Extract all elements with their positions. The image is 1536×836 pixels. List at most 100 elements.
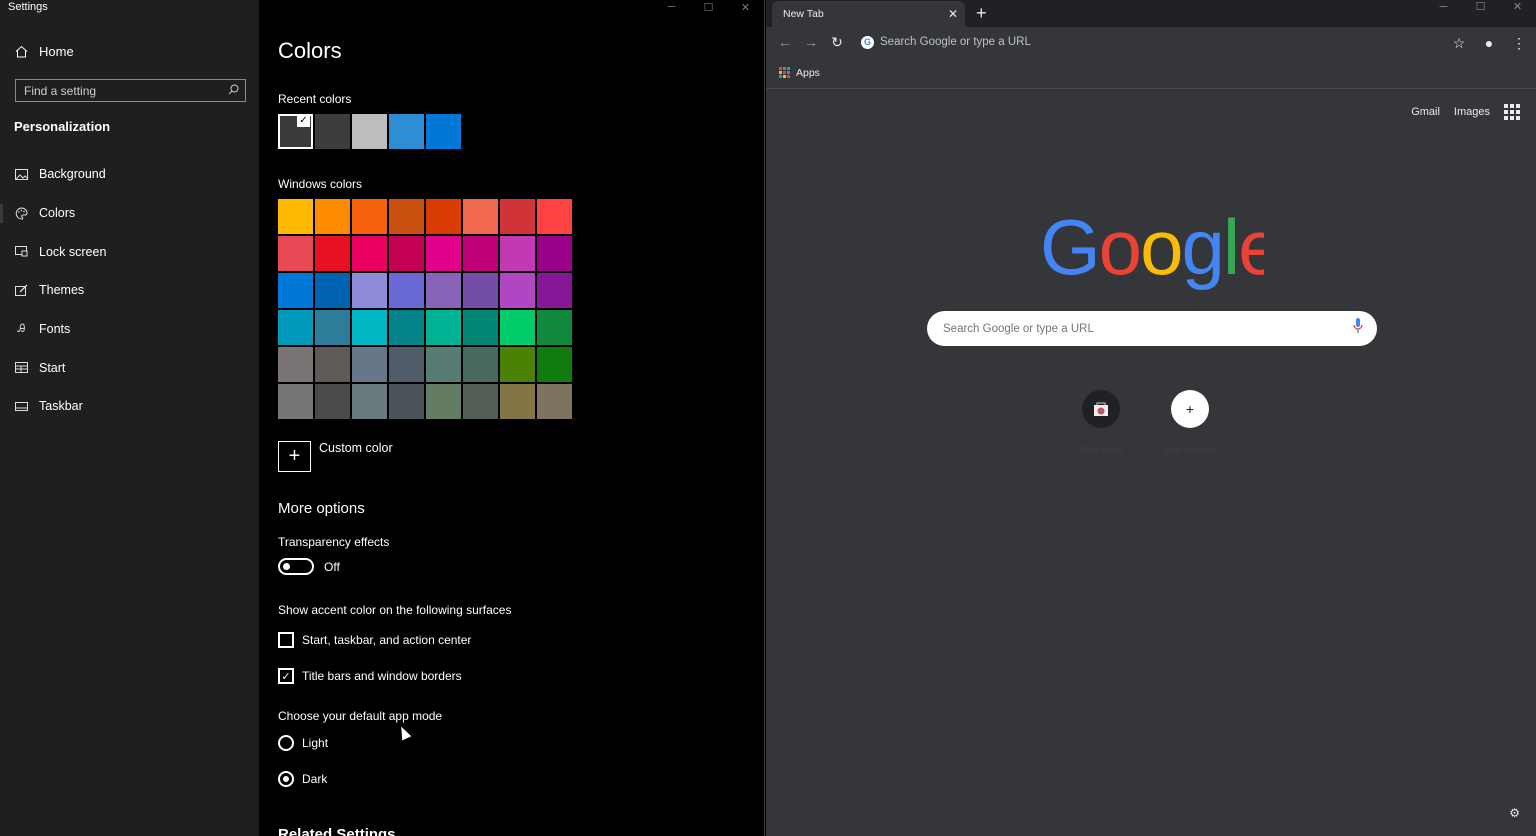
color-swatch[interactable] [315,310,350,345]
color-swatch[interactable] [315,347,350,382]
recent-color-swatch[interactable] [278,114,313,149]
forward-icon[interactable]: → [798,29,824,55]
color-swatch[interactable] [278,347,313,382]
color-swatch[interactable] [537,347,572,382]
color-swatch[interactable] [278,236,313,271]
ntp-search-input[interactable] [943,322,1323,335]
customize-gear-icon[interactable]: ⚙ [1509,806,1520,820]
nav-home[interactable]: Home [15,44,74,59]
color-swatch[interactable] [463,310,498,345]
radio-button[interactable] [278,735,294,751]
profile-icon[interactable]: ● [1476,30,1502,56]
color-swatch[interactable] [537,236,572,271]
images-link[interactable]: Images [1454,106,1490,118]
shortcut-web-store[interactable]: Web Store [1080,390,1122,455]
find-setting-input[interactable] [24,83,204,98]
color-swatch[interactable] [315,199,350,234]
google-apps-icon[interactable] [1504,104,1520,120]
color-swatch[interactable] [500,347,535,382]
apps-bookmark[interactable]: Apps [796,67,820,79]
color-swatch[interactable] [426,273,461,308]
color-swatch[interactable] [389,384,424,419]
color-swatch[interactable] [537,384,572,419]
close-icon[interactable]: ✕ [1499,0,1536,13]
app-mode-light[interactable]: Light [278,735,328,751]
color-swatch[interactable] [389,199,424,234]
shortcut-add[interactable]: + Add shortcut [1165,390,1215,455]
color-swatch[interactable] [278,310,313,345]
omnibox-input[interactable] [880,36,1440,48]
accent-title-checkbox[interactable]: ✓ Title bars and window borders [278,668,462,684]
accent-start-checkbox[interactable]: Start, taskbar, and action center [278,632,471,648]
color-swatch[interactable] [352,236,387,271]
tab-new-tab[interactable]: New Tab ✕ [772,1,965,27]
sidebar-item-fonts[interactable]: Ꭿ Fonts [0,310,259,349]
radio-button-selected[interactable] [278,771,294,787]
color-swatch[interactable] [352,273,387,308]
toggle-switch[interactable] [278,558,314,575]
color-swatch[interactable] [537,310,572,345]
gmail-link[interactable]: Gmail [1411,106,1440,118]
ntp-search-box[interactable] [927,311,1377,346]
recent-color-swatch[interactable] [315,114,350,149]
recent-color-swatch[interactable] [352,114,387,149]
checkmark-icon[interactable]: ✓ [278,668,294,684]
app-mode-dark[interactable]: Dark [278,771,327,787]
recent-color-swatch[interactable] [389,114,424,149]
back-icon[interactable]: ← [772,29,798,55]
color-swatch[interactable] [463,347,498,382]
color-swatch[interactable] [537,199,572,234]
custom-color-button[interactable]: + Custom color [278,441,393,472]
color-swatch[interactable] [500,199,535,234]
color-swatch[interactable] [389,347,424,382]
microphone-icon[interactable] [1353,318,1363,339]
color-swatch[interactable] [500,273,535,308]
sidebar-item-colors[interactable]: Colors [0,194,259,233]
sidebar-item-lock-screen[interactable]: Lock screen [0,232,259,271]
omnibox[interactable]: G [855,31,1501,53]
color-swatch[interactable] [426,199,461,234]
color-swatch[interactable] [278,199,313,234]
color-swatch[interactable] [426,310,461,345]
reload-icon[interactable]: ↻ [824,29,850,55]
color-swatch[interactable] [463,384,498,419]
color-swatch[interactable] [315,236,350,271]
color-swatch[interactable] [352,347,387,382]
menu-icon[interactable]: ⋮ [1506,30,1532,56]
maximize-icon[interactable]: ☐ [1462,0,1499,13]
color-swatch[interactable] [389,273,424,308]
color-swatch[interactable] [500,236,535,271]
sidebar-item-start[interactable]: Start [0,348,259,387]
sidebar-item-background[interactable]: Background [0,155,259,194]
color-swatch[interactable] [500,310,535,345]
color-swatch[interactable] [537,273,572,308]
bookmark-star-icon[interactable]: ☆ [1446,30,1472,56]
color-swatch[interactable] [352,199,387,234]
color-swatch[interactable] [278,273,313,308]
find-setting-search[interactable] [15,79,246,102]
apps-icon[interactable] [779,67,790,78]
color-swatch[interactable] [426,236,461,271]
transparency-toggle[interactable]: Off [278,558,340,575]
sidebar-item-themes[interactable]: Themes [0,271,259,310]
color-swatch[interactable] [463,273,498,308]
color-swatch[interactable] [500,384,535,419]
sidebar-item-taskbar[interactable]: Taskbar [0,387,259,426]
search-icon[interactable] [228,82,239,100]
color-swatch[interactable] [426,384,461,419]
color-swatch[interactable] [278,384,313,419]
checkbox-unchecked[interactable] [278,632,294,648]
new-tab-button[interactable]: + [976,4,987,22]
close-tab-icon[interactable]: ✕ [948,7,958,21]
color-swatch[interactable] [315,273,350,308]
color-swatch[interactable] [463,236,498,271]
color-swatch[interactable] [463,199,498,234]
color-swatch[interactable] [315,384,350,419]
color-swatch[interactable] [389,236,424,271]
recent-color-swatch[interactable] [426,114,461,149]
minimize-icon[interactable]: ─ [1425,0,1462,13]
color-swatch[interactable] [352,310,387,345]
color-swatch[interactable] [352,384,387,419]
color-swatch[interactable] [389,310,424,345]
color-swatch[interactable] [426,347,461,382]
